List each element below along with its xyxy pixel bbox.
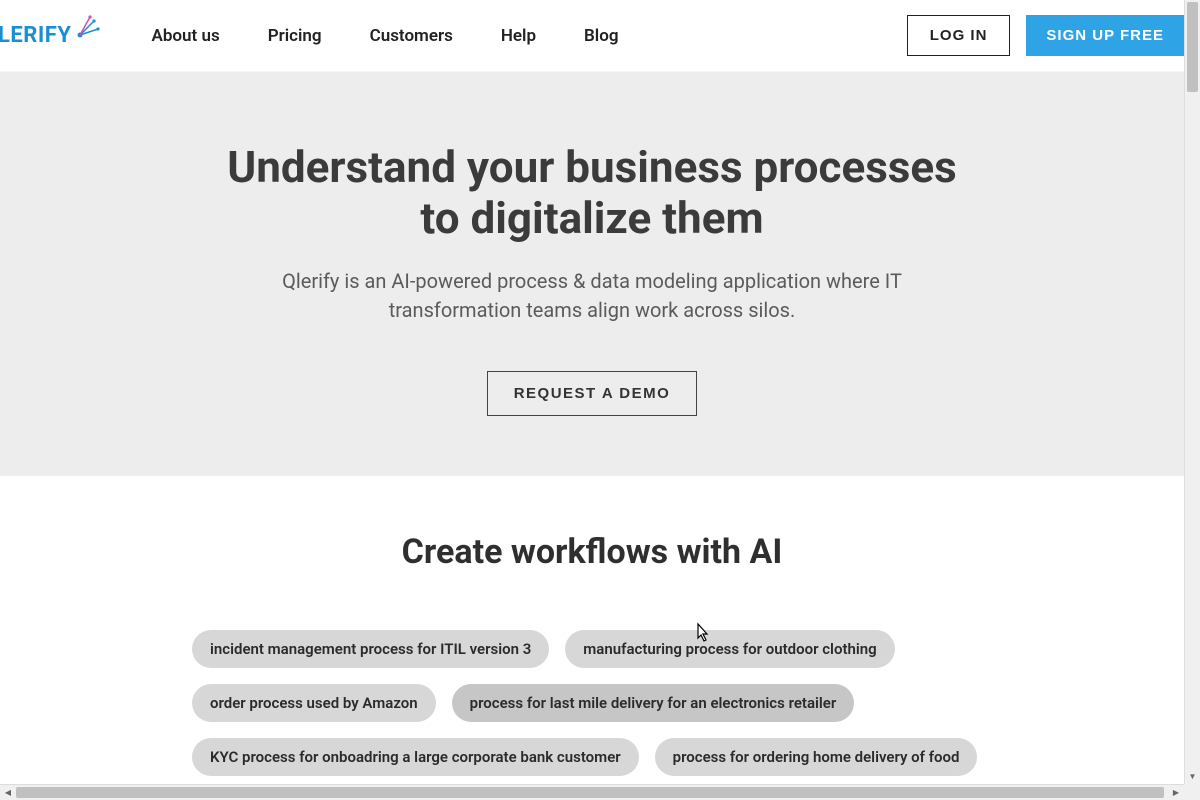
vertical-scrollbar-thumb[interactable] (1187, 2, 1198, 92)
scroll-left-arrow-icon[interactable]: ◀ (0, 785, 16, 800)
workflow-carousel: incident management process for ITIL ver… (82, 606, 1102, 784)
hero-section: Understand your business processes to di… (0, 72, 1184, 476)
workflow-chip[interactable]: incident management process for ITIL ver… (192, 630, 549, 668)
nav-help[interactable]: Help (501, 26, 536, 46)
workflow-chip[interactable]: process for last mile delivery for an el… (452, 684, 855, 722)
brand-name: LERIFY (0, 23, 72, 48)
scroll-right-arrow-icon[interactable]: ▶ (1168, 785, 1184, 800)
nav-about[interactable]: About us (152, 26, 220, 46)
vertical-scrollbar[interactable]: ▼ (1184, 0, 1200, 784)
nav-blog[interactable]: Blog (584, 26, 619, 46)
brand-mark-icon (74, 15, 102, 43)
primary-nav: About us Pricing Customers Help Blog (152, 26, 619, 46)
scrollbar-corner (1184, 784, 1200, 800)
hero-subtitle: Qlerify is an AI-powered process & data … (242, 267, 942, 325)
workflow-examples-panel: incident management process for ITIL ver… (182, 606, 1002, 784)
workflows-title: Create workflows with AI (20, 532, 1164, 572)
hero-title: Understand your business processes to di… (212, 142, 972, 243)
workflow-chip[interactable]: KYC process for onboadring a large corpo… (192, 738, 639, 776)
workflow-chip[interactable]: process for ordering home delivery of fo… (655, 738, 978, 776)
workflow-chip-list: incident management process for ITIL ver… (192, 630, 992, 784)
horizontal-scrollbar[interactable]: ◀ ▶ (0, 784, 1184, 800)
horizontal-scrollbar-thumb[interactable] (16, 787, 1164, 798)
brand-logo[interactable]: LERIFY (0, 23, 102, 48)
workflows-section: Create workflows with AI incident manage… (0, 476, 1184, 784)
workflow-chip[interactable]: manufacturing process for outdoor clothi… (565, 630, 894, 668)
scroll-down-arrow-icon[interactable]: ▼ (1185, 768, 1200, 784)
login-button[interactable]: LOG IN (907, 15, 1011, 56)
signup-button[interactable]: SIGN UP FREE (1026, 15, 1184, 56)
workflow-chip[interactable]: order process used by Amazon (192, 684, 436, 722)
nav-customers[interactable]: Customers (370, 26, 453, 46)
request-demo-button[interactable]: REQUEST A DEMO (487, 371, 698, 416)
site-header: LERIFY About us Pricing Customers Help B… (0, 0, 1184, 72)
nav-pricing[interactable]: Pricing (268, 26, 322, 46)
